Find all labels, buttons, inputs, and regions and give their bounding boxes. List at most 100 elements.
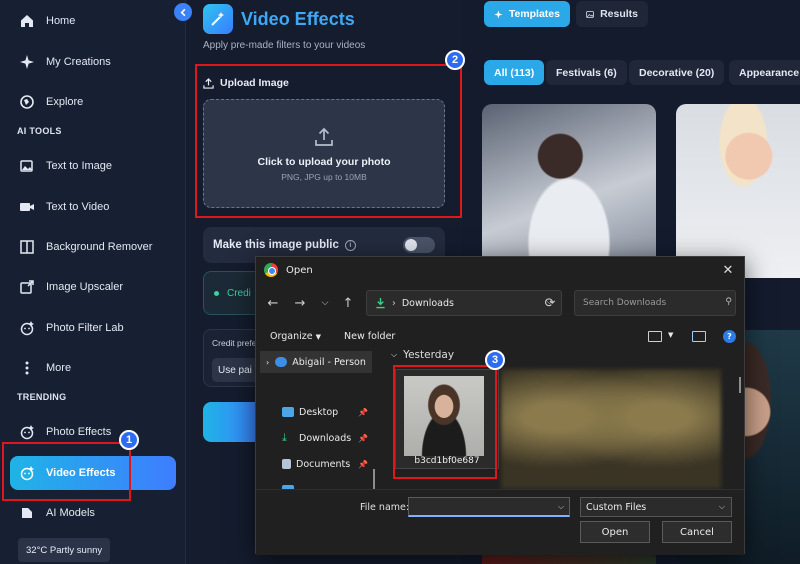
template-thumbnail[interactable] — [482, 104, 656, 278]
chevron-down-icon[interactable]: ⌵ — [316, 294, 334, 312]
tree-item-desktop[interactable]: Desktop 📌 — [282, 401, 374, 423]
back-arrow-icon[interactable]: ← — [264, 294, 282, 312]
tree-item-pictures[interactable] — [282, 479, 374, 489]
file-type-select[interactable]: Custom Files ⌵ — [580, 497, 732, 517]
tab-templates[interactable]: Templates — [484, 1, 570, 27]
tree-item-label: Downloads — [299, 432, 352, 444]
help-icon[interactable]: ? — [723, 330, 736, 343]
generate-button[interactable] — [203, 402, 263, 442]
tree-item-label: Desktop — [299, 406, 339, 418]
step-badge: 1 — [119, 430, 139, 450]
sidebar-item-explore[interactable]: Explore — [10, 85, 176, 119]
group-header-label: Yesterday — [403, 349, 455, 361]
forward-arrow-icon[interactable]: → — [291, 294, 309, 312]
page-subtitle: Apply pre-made filters to your videos — [203, 40, 366, 51]
sidebar-collapse-button[interactable] — [174, 3, 192, 21]
sidebar-item-home[interactable]: Home — [10, 4, 176, 38]
search-input[interactable] — [574, 290, 736, 316]
sidebar-item-label: Image Upscaler — [46, 281, 124, 293]
filter-chip-all[interactable]: All (113) — [484, 60, 545, 85]
sidebar-item-text-to-video[interactable]: Text to Video — [10, 190, 176, 224]
close-icon[interactable]: ✕ — [718, 260, 738, 280]
view-options-icon[interactable] — [648, 331, 662, 342]
sidebar-item-label: More — [46, 362, 72, 374]
caret-down-icon: ▼ — [315, 332, 321, 341]
sidebar-item-my-creations[interactable]: My Creations — [10, 45, 176, 79]
pin-icon: 📌 — [358, 433, 368, 443]
navigation-pane: › Abigail - Person Desktop 📌 ⤓ Downloads… — [256, 349, 381, 489]
sidebar-item-more[interactable]: More — [10, 351, 176, 385]
step-badge: 3 — [485, 350, 505, 370]
organize-label: Organize — [270, 331, 313, 342]
ai-models-icon — [18, 504, 36, 522]
image-plus-icon — [18, 157, 36, 175]
pin-icon: 📌 — [358, 407, 368, 417]
step-badge: 2 — [445, 50, 465, 70]
sidebar-item-label: Photo Effects — [46, 426, 112, 438]
sidebar-item-ai-models[interactable]: AI Models — [10, 496, 176, 530]
tree-item-downloads[interactable]: ⤓ Downloads 📌 — [282, 427, 374, 449]
desktop-icon — [282, 407, 294, 417]
sidebar-item-photo-filter-lab[interactable]: Photo Filter Lab — [10, 311, 176, 345]
section-label-trending: TRENDING — [17, 392, 67, 402]
address-bar[interactable]: › Downloads ⌵ — [366, 290, 562, 316]
chrome-icon — [264, 263, 278, 277]
group-header[interactable]: ⌵ Yesterday — [391, 349, 454, 361]
filter-face-icon — [18, 319, 36, 337]
tree-item-label: Documents — [296, 458, 351, 470]
globe-icon — [18, 93, 36, 111]
cancel-button[interactable]: Cancel — [662, 521, 732, 543]
sidebar-item-label: Text to Video — [46, 201, 110, 213]
status-dot-icon — [214, 290, 219, 296]
sidebar-item-text-to-image[interactable]: Text to Image — [10, 149, 176, 183]
organize-button[interactable]: Organize ▼ — [270, 331, 321, 342]
up-arrow-icon[interactable]: ↑ — [339, 294, 357, 312]
tab-label: Results — [600, 8, 638, 20]
sidebar-item-label: Home — [46, 15, 76, 27]
weather-widget[interactable]: 32°C Partly sunny — [18, 538, 111, 562]
page-title: Video Effects — [203, 4, 355, 34]
chevron-down-icon: ⌵ — [718, 502, 725, 511]
preview-pane-icon[interactable] — [692, 331, 706, 342]
tab-results[interactable]: Results — [576, 1, 648, 27]
document-icon — [282, 459, 291, 469]
template-thumbnail[interactable] — [676, 104, 800, 278]
open-button[interactable]: Open — [580, 521, 650, 543]
make-public-toggle[interactable] — [403, 237, 435, 253]
sidebar-item-label: Text to Image — [46, 160, 113, 172]
sidebar-item-image-upscaler[interactable]: Image Upscaler — [10, 270, 176, 304]
make-public-label: Make this image public — [213, 239, 339, 251]
info-icon[interactable]: i — [344, 239, 356, 251]
filter-face-icon — [18, 423, 36, 441]
dialog-title: Open — [286, 264, 313, 276]
search-icon: ⚲ — [725, 297, 732, 307]
caret-down-icon[interactable]: ▼ — [668, 331, 673, 339]
magic-wand-icon — [203, 4, 233, 34]
more-vertical-icon — [18, 359, 36, 377]
credit-status-text: Credi — [227, 287, 251, 299]
sidebar-item-label: Background Remover — [46, 241, 153, 253]
file-list-scrollbar[interactable] — [739, 377, 741, 393]
file-type-value: Custom Files — [586, 501, 647, 513]
sidebar-item-label: My Creations — [46, 56, 111, 68]
tree-item-onedrive[interactable]: › Abigail - Person — [260, 351, 372, 373]
sparkle-icon — [18, 53, 36, 71]
chevron-left-icon — [180, 8, 185, 16]
filter-chip-decorative[interactable]: Decorative (20) — [629, 60, 725, 85]
dialog-titlebar: Open ✕ — [256, 257, 744, 283]
video-icon — [18, 198, 36, 216]
new-folder-button[interactable]: New folder — [344, 331, 395, 342]
dialog-footer: File name: ⌵ Custom Files ⌵ Open Cancel — [256, 489, 744, 555]
sidebar-item-background-remover[interactable]: Background Remover — [10, 230, 176, 264]
home-icon — [18, 12, 36, 30]
chevron-down-icon[interactable]: ⌵ — [558, 502, 564, 512]
file-name-input[interactable] — [408, 497, 570, 517]
refresh-icon[interactable]: ⟳ — [541, 294, 559, 312]
highlight-box — [2, 442, 131, 501]
filter-chip-festivals[interactable]: Festivals (6) — [546, 60, 627, 85]
tree-item-documents[interactable]: Documents 📌 — [282, 453, 374, 475]
highlight-box — [393, 365, 497, 479]
filter-chip-appearance[interactable]: Appearance ( — [729, 60, 800, 85]
tree-item-label: Abigail - Person — [292, 356, 366, 368]
navpane-scrollbar[interactable] — [373, 469, 375, 489]
